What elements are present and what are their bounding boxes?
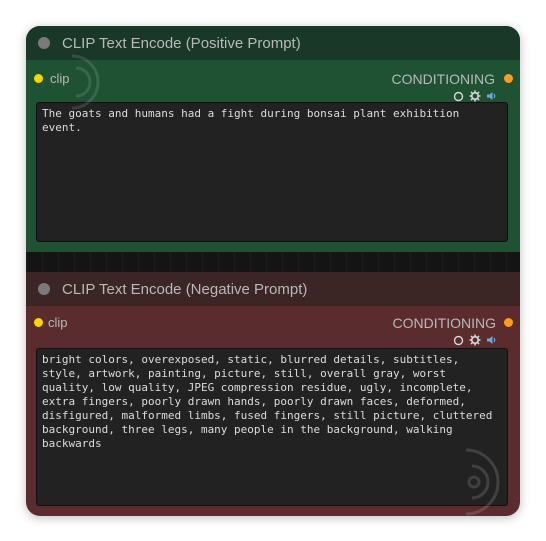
node-title-bar[interactable]: CLIP Text Encode (Negative Prompt) <box>26 272 520 306</box>
negative-prompt-node[interactable]: CLIP Text Encode (Negative Prompt) clip … <box>26 272 520 516</box>
negative-prompt-textarea[interactable]: bright colors, overexposed, static, blur… <box>36 348 508 506</box>
collapse-dot-icon[interactable] <box>38 37 50 49</box>
node-title: CLIP Text Encode (Negative Prompt) <box>62 280 308 298</box>
gear-icon[interactable] <box>469 334 481 346</box>
positive-prompt-node[interactable]: CLIP Text Encode (Positive Prompt) clip … <box>26 26 520 253</box>
conditioning-output-label: CONDITIONING <box>392 315 496 331</box>
clip-input-label: clip <box>48 315 68 330</box>
gear-icon[interactable] <box>469 90 481 102</box>
conditioning-output-socket[interactable] <box>504 318 513 327</box>
collapse-dot-icon[interactable] <box>38 283 50 295</box>
conditioning-output-label: CONDITIONING <box>391 71 495 87</box>
node-title-bar[interactable]: CLIP Text Encode (Positive Prompt) <box>26 26 520 60</box>
circle-icon[interactable] <box>452 90 464 102</box>
speaker-icon[interactable] <box>486 90 498 102</box>
clip-input-socket[interactable] <box>34 74 43 83</box>
circle-icon[interactable] <box>452 334 464 346</box>
speaker-icon[interactable] <box>486 334 498 346</box>
canvas-gap <box>26 252 520 272</box>
node-canvas: CLIP Text Encode (Positive Prompt) clip … <box>26 26 520 516</box>
node-title: CLIP Text Encode (Positive Prompt) <box>62 34 301 52</box>
clip-input-label: clip <box>50 71 70 86</box>
widget-icons <box>452 90 498 102</box>
clip-input-socket[interactable] <box>34 318 43 327</box>
conditioning-output-socket[interactable] <box>504 74 513 83</box>
widget-icons <box>452 334 498 346</box>
positive-prompt-textarea[interactable]: The goats and humans had a fight during … <box>36 102 508 242</box>
